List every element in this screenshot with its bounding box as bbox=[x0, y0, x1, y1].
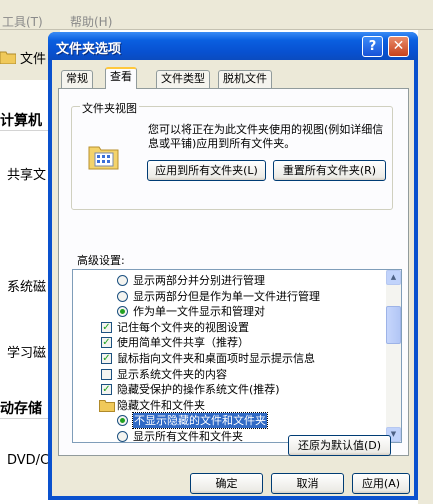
folder-icon bbox=[0, 51, 16, 64]
list-item-label: 显示系统文件夹的内容 bbox=[117, 367, 227, 381]
tab-file-types[interactable]: 文件类型 bbox=[156, 70, 210, 88]
tab-offline-files[interactable]: 脱机文件 bbox=[218, 70, 272, 88]
dialog-title: 文件夹选项 bbox=[56, 42, 122, 57]
explorer-menubar: 工具(T) 帮助(H) bbox=[0, 0, 433, 30]
view-tab-panel: 文件夹视图 您可以将正在为此文件夹使用的视图(例如详细信息或平铺)应用到所有文件… bbox=[58, 88, 409, 456]
checkbox[interactable]: ✓ bbox=[101, 384, 112, 396]
list-item[interactable]: 作为单一文件显示和管理对 bbox=[73, 304, 383, 319]
list-item[interactable]: ✓ 隐藏受保护的操作系统文件(推荐) bbox=[73, 382, 383, 397]
folder-views-group: 文件夹视图 您可以将正在为此文件夹使用的视图(例如详细信息或平铺)应用到所有文件… bbox=[71, 100, 393, 210]
radio-button[interactable] bbox=[117, 431, 128, 442]
list-item-label: 隐藏文件和文件夹 bbox=[117, 398, 205, 412]
ok-button[interactable]: 确定 bbox=[190, 473, 263, 494]
pane-item[interactable]: 系统磁 bbox=[7, 276, 46, 295]
list-item-label: 显示所有文件和文件夹 bbox=[133, 430, 243, 443]
list-item-label: 不显示隐藏的文件和文件夹 bbox=[132, 412, 268, 430]
cancel-button[interactable]: 取消 bbox=[271, 473, 344, 494]
folder-views-description: 您可以将正在为此文件夹使用的视图(例如详细信息或平铺)应用到所有文件夹。 bbox=[148, 123, 384, 150]
title-bar[interactable]: 文件夹选项 ? ✕ bbox=[48, 32, 418, 60]
menu-help[interactable]: 帮助(H) bbox=[70, 13, 112, 30]
tab-view[interactable]: 查看 bbox=[105, 67, 137, 89]
list-item[interactable]: ✓ 使用简单文件共享（推荐） bbox=[73, 335, 383, 350]
list-item-label: 使用简单文件共享（推荐） bbox=[117, 336, 249, 350]
list-item[interactable]: ✓ 鼠标指向文件夹和桌面项时显示提示信息 bbox=[73, 351, 383, 366]
pane-item[interactable]: 学习磁 bbox=[7, 342, 46, 361]
explorer-right-edge bbox=[418, 30, 433, 504]
list-item[interactable]: 隐藏文件和文件夹 bbox=[73, 398, 383, 413]
help-button[interactable]: ? bbox=[362, 36, 383, 57]
scroll-up-arrow-icon[interactable]: ▲ bbox=[386, 270, 401, 285]
advanced-settings-list[interactable]: 显示所有文件和文件夹 不显示隐藏的文件和文件夹 隐藏文件和文件夹 ✓ 隐藏受保护的操作系… bbox=[72, 269, 402, 443]
menu-tools[interactable]: 工具(T) bbox=[2, 13, 43, 30]
checkbox[interactable] bbox=[101, 368, 112, 380]
restore-defaults-button[interactable]: 还原为默认值(D) bbox=[288, 435, 391, 456]
reset-all-folders-button[interactable]: 重置所有文件夹(R) bbox=[273, 160, 386, 181]
list-item-label: 显示两部分并分别进行管理 bbox=[133, 274, 265, 287]
list-item-label: 记住每个文件夹的视图设置 bbox=[117, 320, 249, 334]
list-item[interactable]: 显示两部分并分别进行管理 bbox=[73, 273, 383, 288]
apply-to-all-folders-button[interactable]: 应用到所有文件夹(L) bbox=[147, 160, 266, 181]
scrollbar[interactable]: ▲ ▼ bbox=[386, 270, 401, 442]
pane-item[interactable]: 计算机 bbox=[0, 110, 42, 130]
list-item-label: 显示两部分但是作为单一文件进行管理 bbox=[133, 289, 320, 303]
apply-button[interactable]: 应用(A) bbox=[352, 473, 410, 494]
tab-general[interactable]: 常规 bbox=[61, 70, 93, 88]
list-item-label: 隐藏受保护的操作系统文件(推荐) bbox=[117, 383, 280, 397]
dialog-client: 常规 查看 文件类型 脱机文件 文件夹视图 您可以将正在为此文件夹使用的视图(例… bbox=[52, 60, 414, 496]
explorer-address-label: 文件 bbox=[20, 52, 47, 67]
folder-view-icon bbox=[88, 146, 119, 170]
group-label: 文件夹视图 bbox=[80, 100, 139, 116]
advanced-settings-label: 高级设置: bbox=[77, 254, 125, 267]
pane-item[interactable]: 动存储 bbox=[0, 398, 42, 418]
folder-icon bbox=[99, 399, 115, 412]
list-item[interactable]: 显示系统文件夹的内容 bbox=[73, 367, 383, 382]
pane-item[interactable]: DVD/C bbox=[7, 453, 49, 468]
pane-item[interactable]: 共享文 bbox=[7, 164, 46, 183]
close-button[interactable]: ✕ bbox=[388, 36, 409, 57]
list-item-label: 作为单一文件显示和管理对 bbox=[133, 305, 265, 319]
list-item[interactable]: 显示两部分但是作为单一文件进行管理 bbox=[73, 289, 383, 304]
list-item-label: 鼠标指向文件夹和桌面项时显示提示信息 bbox=[117, 352, 315, 365]
list-item[interactable]: 不显示隐藏的文件和文件夹 bbox=[73, 412, 383, 430]
radio-button[interactable] bbox=[117, 275, 128, 286]
radio-button[interactable] bbox=[117, 290, 128, 302]
list-item[interactable]: ✓ 记住每个文件夹的视图设置 bbox=[73, 320, 383, 335]
checkbox[interactable]: ✓ bbox=[101, 337, 112, 349]
radio-button[interactable] bbox=[117, 415, 128, 427]
scroll-thumb[interactable] bbox=[386, 306, 401, 344]
radio-button[interactable] bbox=[117, 306, 128, 318]
folder-options-dialog: 文件夹选项 ? ✕ 常规 查看 文件类型 脱机文件 文件夹视图 您可以将正在为此… bbox=[48, 32, 418, 500]
checkbox[interactable]: ✓ bbox=[101, 353, 112, 364]
checkbox[interactable]: ✓ bbox=[101, 321, 112, 333]
